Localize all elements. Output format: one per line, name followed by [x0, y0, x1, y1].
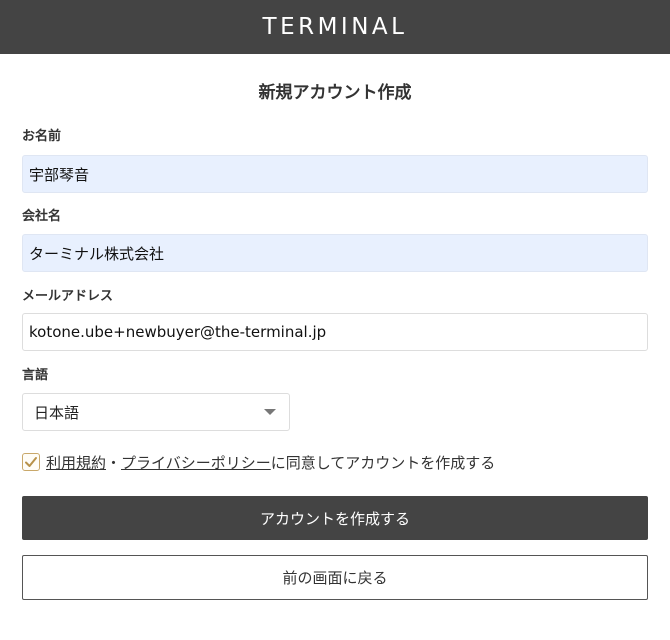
language-select[interactable]: 日本語	[22, 393, 290, 431]
email-input[interactable]: kotone.ube+newbuyer@the-terminal.jp	[22, 313, 648, 351]
name-input[interactable]: 宇部琴音	[22, 155, 648, 193]
chevron-down-icon	[264, 409, 276, 415]
name-input-value: 宇部琴音	[29, 165, 90, 184]
agreement-row: 利用規約 ・ プライバシーポリシー に同意してアカウントを作成する	[22, 451, 495, 473]
email-label: メールアドレス	[22, 289, 114, 304]
email-input-value: kotone.ube+newbuyer@the-terminal.jp	[29, 323, 327, 341]
page-title: 新規アカウント作成	[258, 83, 412, 103]
app-header: TERMINAL	[0, 0, 670, 54]
back-button[interactable]: 前の画面に戻る	[22, 555, 648, 600]
company-input-value: ターミナル株式会社	[29, 244, 165, 263]
name-label: お名前	[22, 129, 62, 144]
language-selected-value: 日本語	[34, 403, 80, 422]
terminal-logo[interactable]: TERMINAL	[263, 15, 408, 39]
company-input[interactable]: ターミナル株式会社	[22, 234, 648, 272]
agree-checkbox[interactable]	[22, 453, 40, 471]
create-account-button[interactable]: アカウントを作成する	[22, 496, 648, 540]
agreement-separator: ・	[106, 453, 122, 472]
terms-link[interactable]: 利用規約	[46, 452, 106, 473]
privacy-policy-link[interactable]: プライバシーポリシー	[121, 452, 271, 473]
company-label: 会社名	[22, 209, 62, 224]
agreement-text: に同意してアカウントを作成する	[270, 453, 496, 472]
language-label: 言語	[22, 368, 49, 383]
checkmark-icon	[25, 457, 37, 467]
